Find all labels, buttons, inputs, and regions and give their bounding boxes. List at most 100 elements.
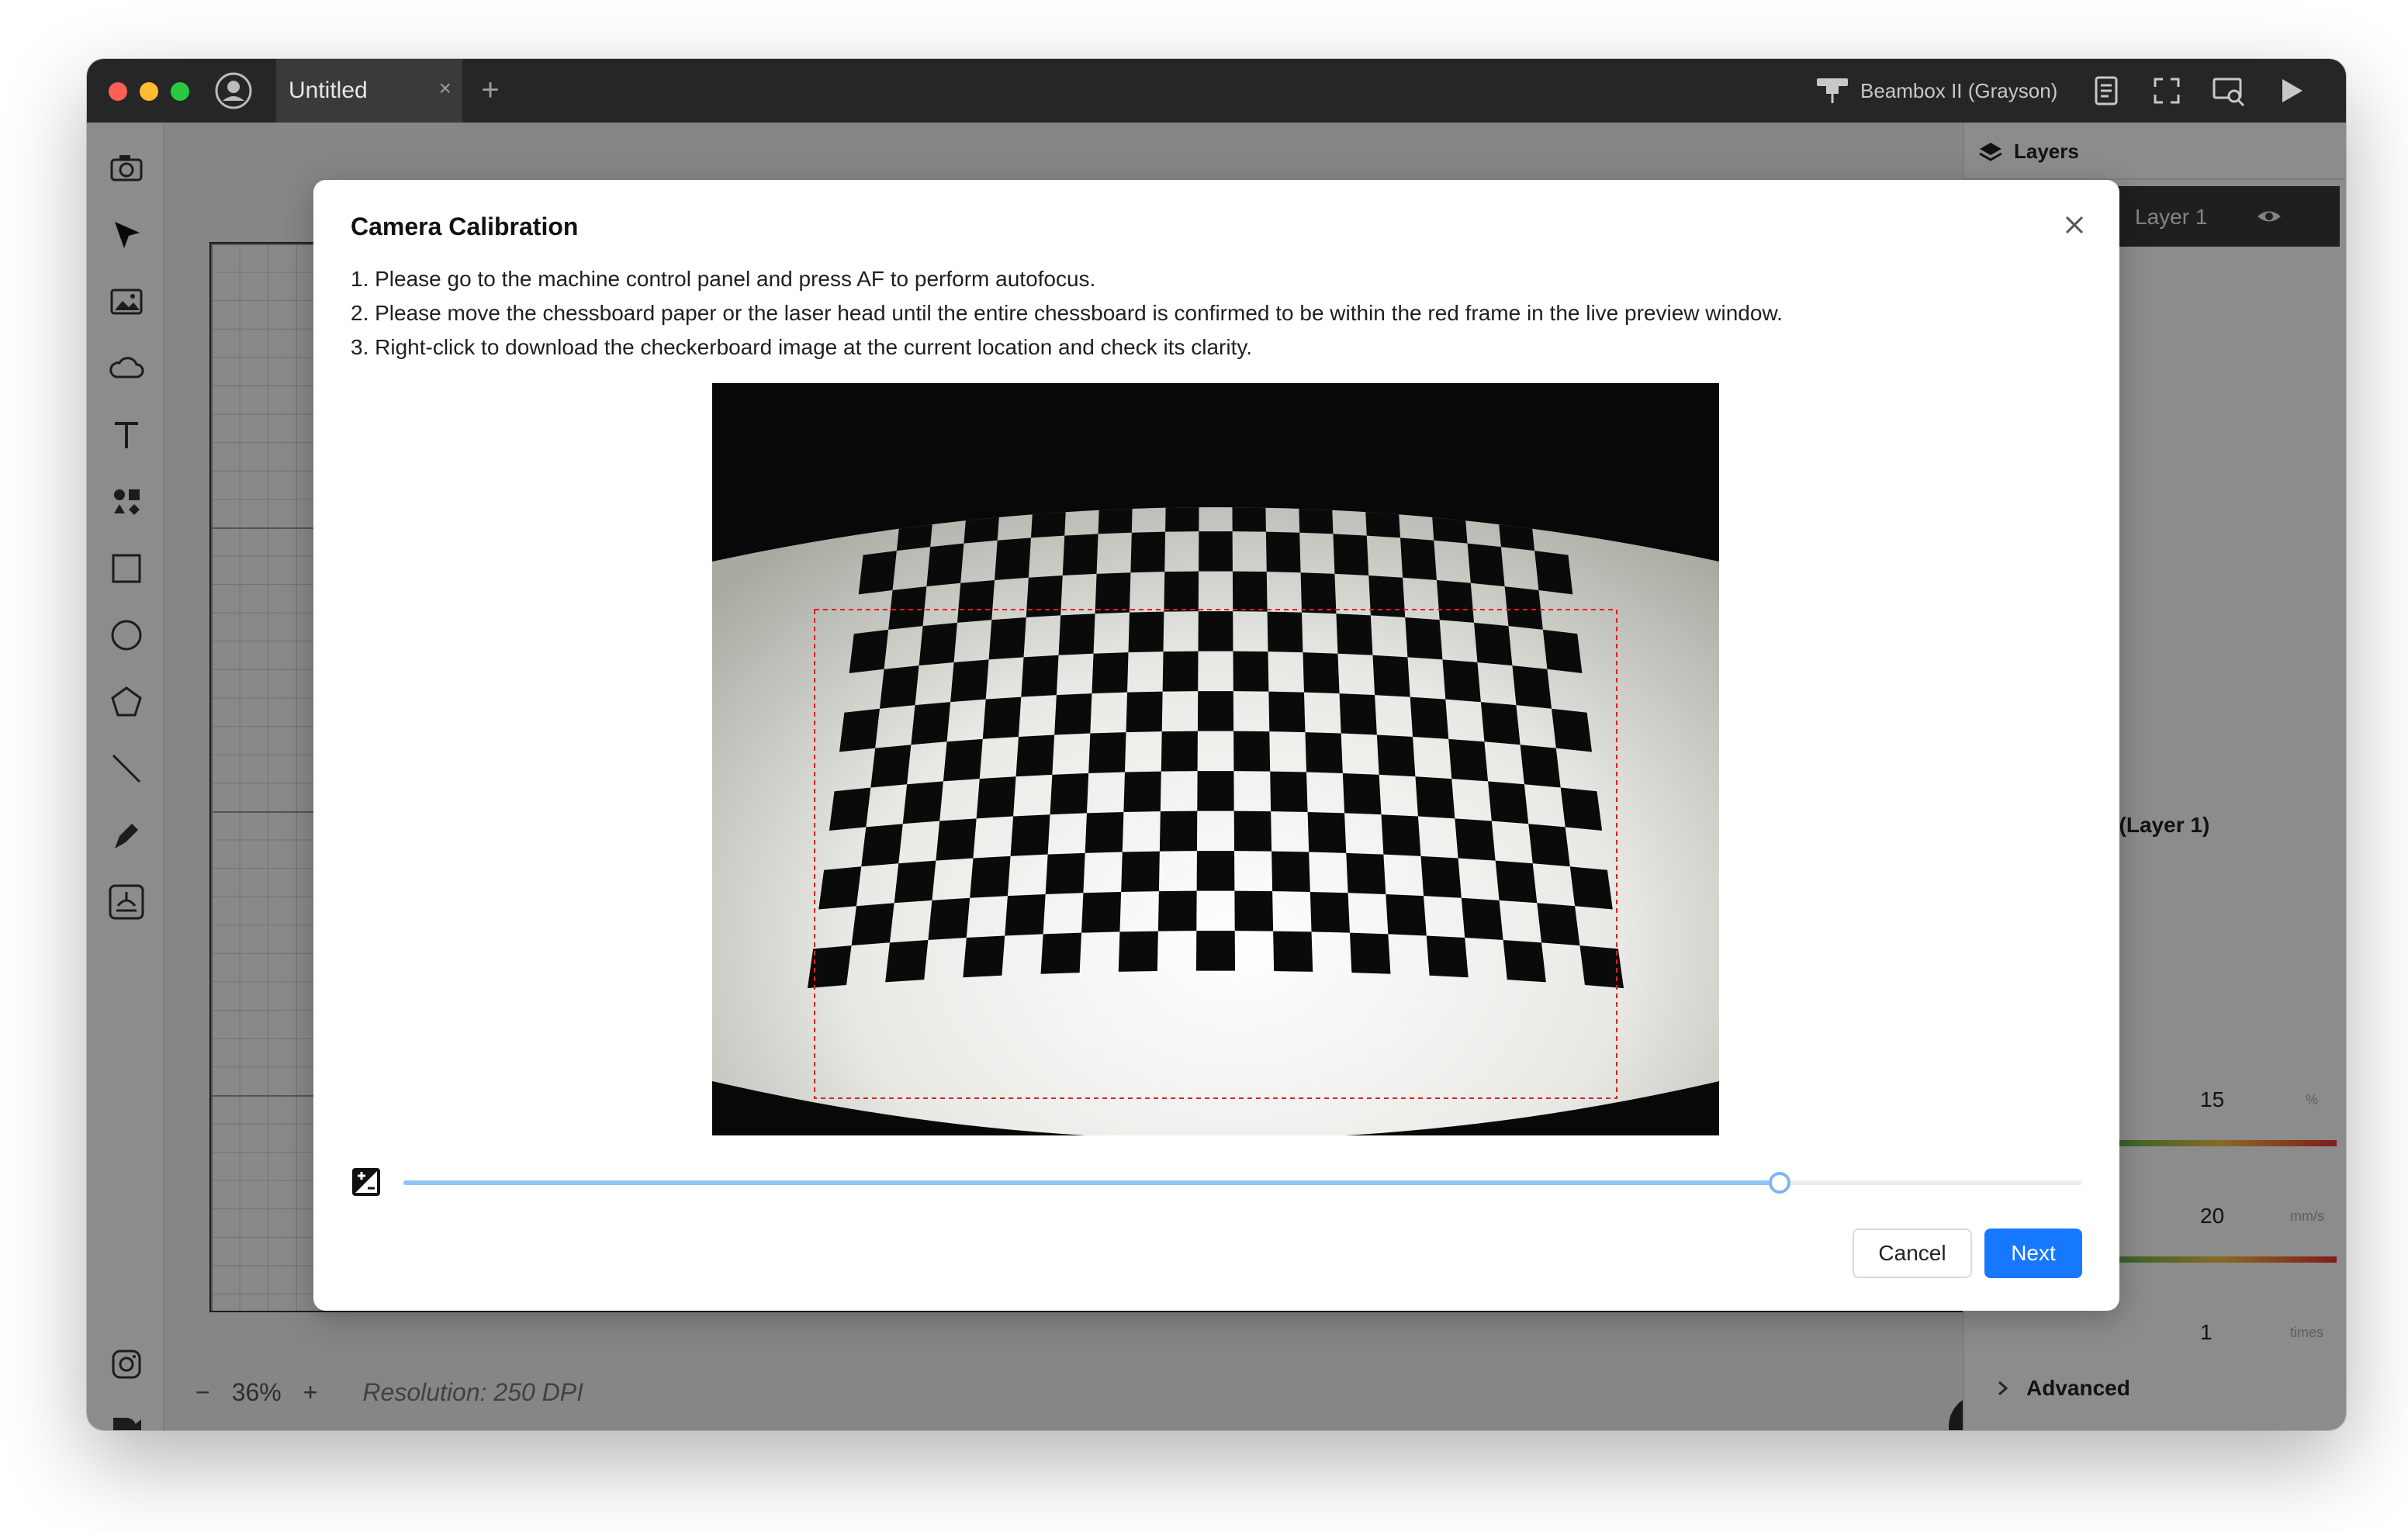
next-button[interactable]: Next [1984, 1229, 2082, 1278]
chessboard-square [1233, 651, 1269, 692]
chessboard-square [1542, 629, 1583, 673]
chessboard-square [1410, 696, 1449, 739]
user-avatar-icon[interactable] [214, 71, 253, 110]
cancel-button[interactable]: Cancel [1853, 1229, 1972, 1278]
chessboard-square [1005, 893, 1046, 936]
document-tab[interactable]: Untitled × [276, 59, 462, 123]
chessboard-square [928, 897, 970, 940]
fullscreen-icon[interactable] [2149, 73, 2185, 109]
chessboard-square [1092, 652, 1129, 694]
chessboard-square [1386, 893, 1427, 936]
chessboard-square [1512, 665, 1552, 709]
close-window-button[interactable] [109, 82, 127, 101]
document-tab-title: Untitled [289, 78, 368, 103]
chessboard-square [1195, 931, 1236, 971]
chessboard-square [1339, 693, 1377, 735]
chessboard-square [1015, 734, 1055, 777]
chessboard-square [888, 586, 927, 630]
exposure-slider-handle[interactable] [1769, 1172, 1791, 1194]
chessboard-square [1376, 734, 1416, 777]
live-preview-image[interactable] [712, 383, 1719, 1135]
chessboard-square [1161, 731, 1198, 772]
chessboard-square [1560, 787, 1603, 831]
chessboard-square [1346, 852, 1386, 894]
instruction-line: 3. Right-click to download the checkerbo… [351, 335, 1253, 359]
chessboard-square [911, 702, 951, 745]
chessboard-square [894, 860, 936, 904]
chessboard-square [982, 696, 1022, 739]
chessboard-square [1537, 903, 1580, 946]
chessboard-square [1054, 693, 1092, 735]
title-bar: Untitled × + Beambox II (Grayson) [87, 59, 2346, 123]
chessboard-square [1400, 537, 1437, 580]
chessboard-square [1118, 931, 1158, 972]
chessboard-square [1126, 691, 1163, 733]
preview-search-icon[interactable] [2211, 73, 2247, 109]
chessboard-square [1448, 738, 1489, 782]
chessboard-square [1233, 731, 1271, 772]
exposure-slider[interactable] [403, 1172, 2082, 1194]
chessboard-square [1058, 613, 1095, 655]
chessboard-square [995, 537, 1031, 580]
chessboard-square [1232, 571, 1268, 612]
chessboard-square [1503, 939, 1546, 983]
chessboard-square [970, 855, 1011, 898]
document-tab-close-icon[interactable]: × [439, 76, 452, 101]
chessboard-square [1488, 781, 1529, 824]
chessboard-square [1234, 890, 1274, 931]
chessboard-square [861, 824, 903, 867]
instruction-line: 2. Please move the chessboard paper or t… [351, 301, 1783, 325]
chessboard-square [885, 939, 929, 983]
chessboard-square [1270, 771, 1308, 813]
chessboard-square [1196, 851, 1235, 891]
chessboard-square [1021, 655, 1059, 697]
chessboard-square [1310, 891, 1350, 933]
chessboard-square [1026, 575, 1063, 618]
chessboard-square [1461, 897, 1503, 940]
chessboard-square [1199, 531, 1233, 572]
play-icon[interactable] [2273, 73, 2309, 109]
chessboard-square [829, 787, 871, 831]
chessboard-square [839, 708, 880, 752]
chessboard-square [1303, 652, 1340, 694]
chessboard-square [1159, 810, 1198, 852]
chessboard-square [1495, 860, 1538, 904]
maximize-window-button[interactable] [171, 82, 189, 101]
chessboard-square [1233, 810, 1272, 852]
chessboard-square [1197, 771, 1234, 811]
chessboard-square [870, 745, 912, 788]
chessboard-square [1467, 543, 1505, 587]
chessboard-square [1268, 691, 1306, 733]
chessboard-square [1045, 852, 1085, 894]
chessboard-square [1405, 617, 1443, 660]
chessboard-square [1267, 611, 1303, 653]
chessboard-square [1333, 534, 1369, 576]
chessboard-square [1130, 531, 1166, 573]
chessboard-square [1128, 611, 1164, 653]
minimize-window-button[interactable] [140, 82, 158, 101]
chessboard-square [1062, 534, 1098, 576]
chessboard-square [1197, 691, 1234, 731]
close-icon[interactable] [2059, 209, 2090, 240]
chessboard-square [1300, 572, 1337, 614]
chessboard-square [1436, 579, 1475, 623]
instructions-list: 1. Please go to the machine control pane… [351, 262, 2088, 365]
chessboard-square [902, 781, 943, 824]
chessboard-square [1307, 812, 1347, 853]
document-icon[interactable] [2088, 73, 2124, 109]
chessboard-square [1569, 866, 1613, 910]
chessboard-square [1474, 622, 1513, 666]
chessboard-square [1081, 891, 1122, 933]
chessboard-square [1455, 818, 1496, 861]
chessboard-square [1157, 890, 1197, 931]
chessboard-square [1123, 771, 1161, 813]
new-tab-button[interactable]: + [472, 71, 509, 109]
chessboard-square [1368, 575, 1406, 618]
chessboard-square [976, 776, 1016, 819]
machine-selector[interactable]: Beambox II (Grayson) [1815, 73, 2057, 109]
chessboard-square [926, 543, 964, 587]
chessboard-square [919, 622, 957, 666]
chessboard-square [858, 551, 897, 595]
chessboard-square [1040, 932, 1082, 974]
exposure-icon [351, 1166, 382, 1197]
